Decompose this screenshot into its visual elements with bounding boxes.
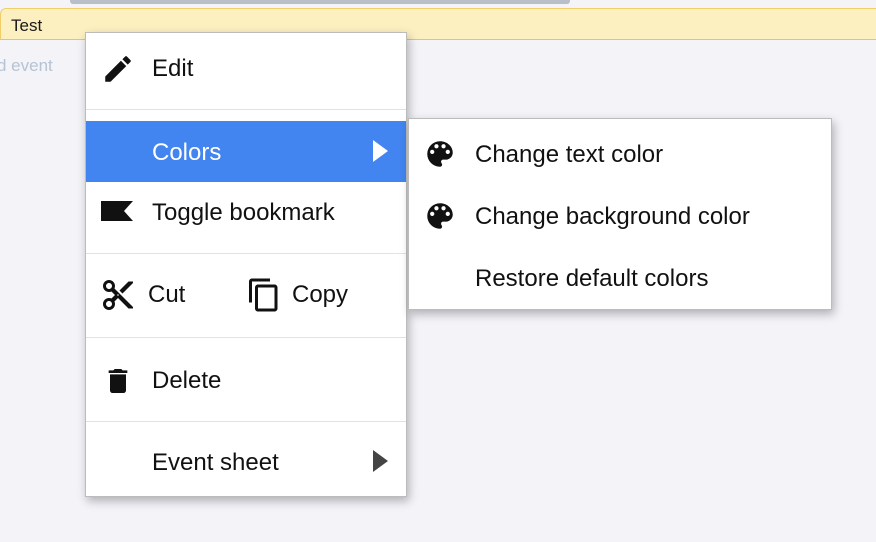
submenu-arrow-icon <box>368 139 392 163</box>
menu-item-event-sheet-label: Event sheet <box>152 449 279 476</box>
menu-item-edit[interactable]: Edit <box>86 33 406 109</box>
add-event-hint[interactable]: d event <box>0 56 53 76</box>
menu-item-delete[interactable]: Delete <box>86 339 406 419</box>
menu-item-colors-label: Colors <box>152 139 222 166</box>
menu-item-colors[interactable]: Colors <box>86 121 406 182</box>
trash-icon <box>100 363 136 399</box>
submenu-item-change-background-color-label: Change background color <box>475 203 750 230</box>
menu-item-cut[interactable]: Cut <box>100 277 210 317</box>
submenu-item-change-text-color-label: Change text color <box>475 141 664 168</box>
context-menu: Edit Colors Toggle bookmark Cut Copy Del… <box>85 32 407 497</box>
menu-divider <box>86 337 406 338</box>
menu-row-cut-copy: Cut Copy <box>86 255 406 335</box>
submenu-item-change-background-color[interactable]: Change background color <box>409 181 831 243</box>
submenu-item-restore-default-colors[interactable]: Restore default colors <box>409 243 831 309</box>
menu-item-toggle-bookmark[interactable]: Toggle bookmark <box>86 183 406 251</box>
submenu-item-change-text-color[interactable]: Change text color <box>409 119 831 181</box>
horizontal-scrollbar[interactable] <box>70 0 570 4</box>
bookmark-icon <box>100 195 136 231</box>
menu-item-copy[interactable]: Copy <box>246 277 376 317</box>
menu-item-copy-label: Copy <box>292 281 349 308</box>
submenu-item-restore-default-colors-label: Restore default colors <box>475 265 709 292</box>
menu-divider <box>86 253 406 254</box>
top-strip <box>0 0 876 8</box>
copy-icon <box>246 277 282 313</box>
submenu-arrow-icon <box>368 449 392 473</box>
menu-item-edit-label: Edit <box>152 55 194 82</box>
menu-item-cut-label: Cut <box>148 281 186 308</box>
palette-icon <box>423 137 459 173</box>
pencil-icon <box>100 51 136 87</box>
menu-divider <box>86 109 406 110</box>
menu-item-toggle-bookmark-label: Toggle bookmark <box>152 199 335 226</box>
menu-item-delete-label: Delete <box>152 367 222 394</box>
menu-item-event-sheet[interactable]: Event sheet <box>86 423 406 497</box>
menu-divider <box>86 421 406 422</box>
scissors-icon <box>100 277 136 313</box>
tab-label: Test <box>11 16 43 35</box>
palette-icon <box>423 199 459 235</box>
colors-submenu: Change text color Change background colo… <box>408 118 832 310</box>
